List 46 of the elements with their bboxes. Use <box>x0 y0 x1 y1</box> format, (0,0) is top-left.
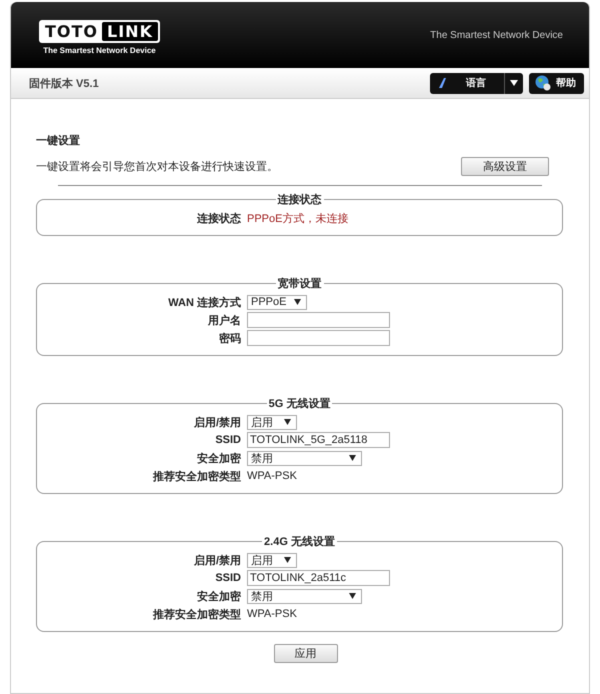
slogan: The Smartest Network Device <box>430 30 563 40</box>
fieldset-title: 宽带设置 <box>276 276 322 291</box>
dropdown[interactable]: 启用 <box>247 414 297 430</box>
input-field[interactable]: TOTOLINK_2a511c <box>247 570 390 586</box>
logo-tagline: The Smartest Network Device <box>43 46 156 54</box>
input-field[interactable] <box>247 330 390 346</box>
field-label: 连接状态 <box>196 212 242 226</box>
dropdown[interactable]: 启用 <box>247 552 297 568</box>
field-label: 推荐安全加密类型 <box>152 608 242 622</box>
description-text: 一键设置将会引导您首次对本设备进行快速设置。 <box>36 160 278 174</box>
field-label: 安全加密 <box>196 590 242 604</box>
fieldset-title: 连接状态 <box>276 192 322 207</box>
field-label: SSID <box>214 572 242 584</box>
apply-button[interactable]: 应用 <box>274 644 338 663</box>
section-title: 一键设置 <box>36 134 81 148</box>
input-field[interactable]: TOTOLINK_5G_2a5118 <box>247 432 390 448</box>
field-label: 启用/禁用 <box>192 554 242 568</box>
dropdown[interactable]: PPPoE <box>247 294 308 310</box>
field-label: SSID <box>214 434 242 446</box>
caret-icon <box>294 299 302 305</box>
help-button[interactable]: 帮助 <box>529 72 584 94</box>
fieldset-title: 5G 无线设置 <box>268 396 332 411</box>
caret-icon <box>284 557 291 563</box>
field-label: 密码 <box>218 332 242 346</box>
caret-icon <box>510 80 518 86</box>
field-label: 用户名 <box>206 314 242 328</box>
field-label: WAN 连接方式 <box>167 296 242 310</box>
logo: TOTO LINK <box>39 20 160 42</box>
dropdown[interactable]: 禁用 <box>247 450 362 466</box>
field-label: 推荐安全加密类型 <box>152 470 242 484</box>
advanced-settings-button[interactable]: 高级设置 <box>461 157 549 176</box>
caret-icon <box>284 419 291 425</box>
field-label: 安全加密 <box>196 452 242 466</box>
globe-icon <box>535 75 551 91</box>
status-text: PPPoE方式，未连接 <box>247 212 348 226</box>
caret-icon <box>349 593 356 599</box>
dropdown[interactable]: 禁用 <box>247 588 362 604</box>
pen-icon <box>438 77 448 89</box>
input-field[interactable] <box>247 312 390 328</box>
field-value: WPA-PSK <box>247 608 297 620</box>
caret-icon <box>349 455 356 461</box>
language-button[interactable]: 语言 <box>430 72 523 94</box>
fieldset-title: 2.4G 无线设置 <box>263 534 336 549</box>
firmware-version: 固件版本 V5.1 <box>29 76 99 90</box>
field-label: 启用/禁用 <box>192 416 242 430</box>
field-value: WPA-PSK <box>247 470 297 482</box>
